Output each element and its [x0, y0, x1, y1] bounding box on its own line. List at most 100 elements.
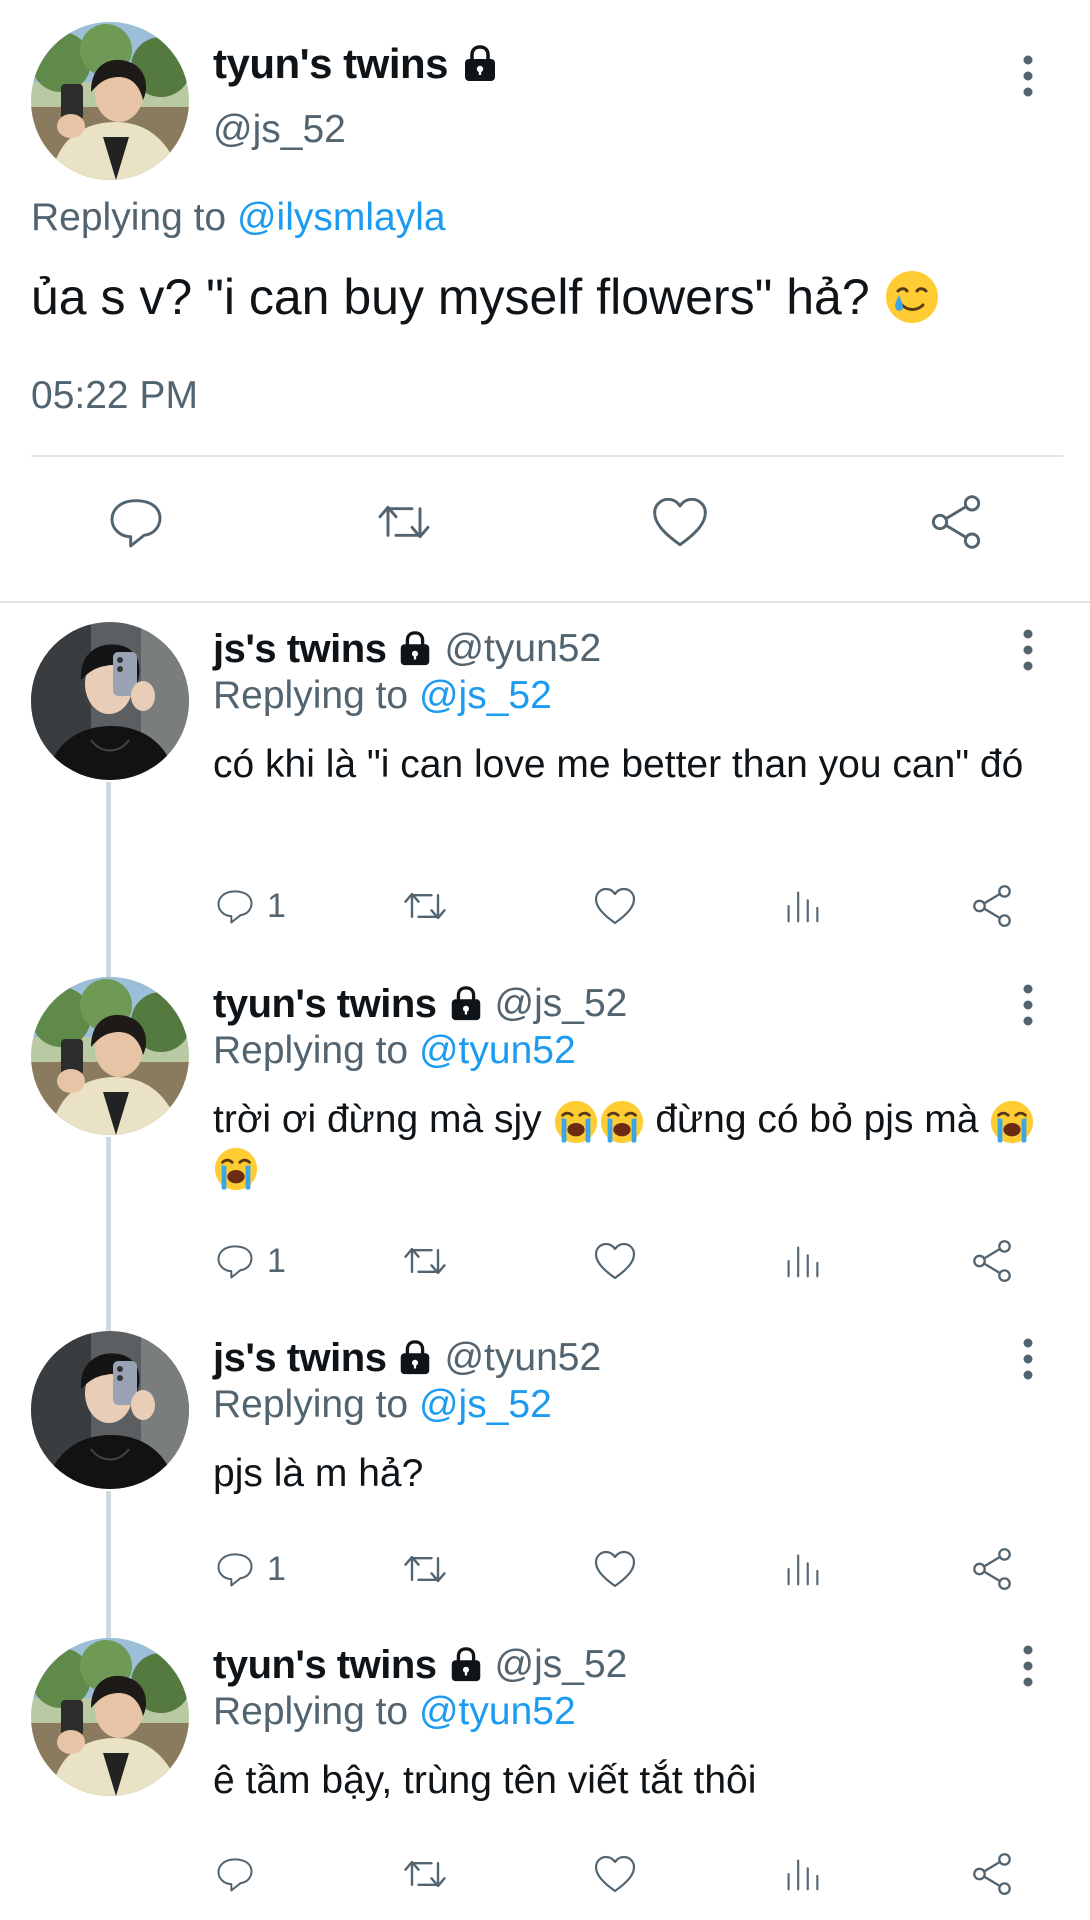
like-icon[interactable]	[591, 1541, 639, 1597]
tweet-text-body: ủa s v? "i can buy myself flowers" hả?	[31, 269, 870, 325]
avatar[interactable]	[31, 622, 189, 780]
tweet-actions: 1	[213, 1541, 1033, 1597]
reply-icon[interactable]	[213, 1239, 257, 1283]
replying-to: Replying to @ilysmlayla	[31, 196, 446, 240]
loudly-crying-face-emoji	[553, 1099, 599, 1145]
like-icon[interactable]	[591, 878, 639, 934]
tweet-header: tyun's twins @js_52	[213, 977, 627, 1031]
handle[interactable]: @tyun52	[444, 627, 601, 671]
more-options-icon[interactable]	[1016, 1642, 1040, 1690]
replying-prefix: Replying to	[213, 1029, 409, 1072]
replying-prefix: Replying to	[213, 1383, 409, 1426]
retweet-icon[interactable]	[399, 1233, 451, 1289]
more-options-icon[interactable]	[1016, 52, 1040, 100]
like-icon[interactable]	[591, 1846, 639, 1902]
share-icon[interactable]	[967, 878, 1017, 934]
reply-count: 1	[267, 1549, 286, 1588]
reply-icon[interactable]	[104, 490, 168, 554]
tweet-header: js's twins @tyun52	[213, 622, 601, 676]
lock-icon	[396, 1339, 434, 1377]
thread-line	[106, 782, 111, 982]
display-name[interactable]: tyun's twins	[213, 982, 437, 1027]
handle[interactable]: @tyun52	[444, 1336, 601, 1380]
reply-icon[interactable]	[213, 1547, 257, 1591]
reply-action[interactable]	[213, 1846, 267, 1902]
display-name[interactable]: js's twins	[213, 1336, 387, 1381]
display-name-text[interactable]: tyun's twins	[213, 40, 449, 88]
share-icon[interactable]	[967, 1233, 1017, 1289]
share-icon[interactable]	[967, 1541, 1017, 1597]
avatar[interactable]	[31, 977, 189, 1135]
tweet-text: có khi là "i can love me better than you…	[213, 743, 1024, 786]
reply-action[interactable]: 1	[213, 878, 286, 934]
main-tweet: tyun's twins @js_52 Replying to @ilysmla…	[0, 0, 1090, 603]
replying-prefix: Replying to	[31, 196, 227, 239]
lock-icon	[447, 1646, 485, 1684]
tweet-text-part1: trời ơi đừng mà sjy	[213, 1098, 542, 1141]
loudly-crying-face-emoji	[989, 1099, 1035, 1145]
like-icon[interactable]	[591, 1233, 639, 1289]
reply-action[interactable]: 1	[213, 1233, 286, 1289]
replying-to: Replying to @js_52	[213, 674, 552, 718]
display-name[interactable]: tyun's twins	[213, 1643, 437, 1688]
tweet-actions	[0, 490, 1090, 570]
tweet-header: js's twins @tyun52	[213, 1331, 601, 1385]
tweet-actions: 1	[213, 1233, 1033, 1289]
thread-line	[106, 1137, 111, 1337]
replying-to-link[interactable]: @js_52	[419, 674, 552, 717]
loudly-crying-face-emoji	[599, 1099, 645, 1145]
reply-tweet[interactable]: tyun's twins @js_52 Replying to @tyun52 …	[0, 977, 1090, 1337]
replying-to: Replying to @tyun52	[213, 1029, 576, 1073]
tweet-text: ê tầm bậy, trùng tên viết tắt thôi	[213, 1759, 757, 1802]
retweet-icon[interactable]	[372, 490, 436, 554]
replying-to-link[interactable]: @tyun52	[419, 1690, 576, 1733]
retweet-icon[interactable]	[399, 878, 451, 934]
tweet-actions: 1	[213, 878, 1033, 934]
views-icon[interactable]	[779, 1541, 825, 1597]
retweet-icon[interactable]	[399, 1846, 451, 1902]
reply-tweet[interactable]: tyun's twins @js_52 Replying to @tyun52 …	[0, 1638, 1090, 1918]
avatar[interactable]	[31, 1638, 189, 1796]
tweet-text-part2: đừng có bỏ pjs mà	[655, 1098, 979, 1141]
more-options-icon[interactable]	[1016, 626, 1040, 674]
replying-to-link[interactable]: @ilysmlayla	[237, 196, 446, 239]
reply-action[interactable]: 1	[213, 1541, 286, 1597]
smiling-face-with-tear-emoji	[884, 269, 940, 325]
replying-prefix: Replying to	[213, 674, 409, 717]
reply-tweet[interactable]: js's twins @tyun52 Replying to @js_52 pj…	[0, 1331, 1090, 1651]
more-options-icon[interactable]	[1016, 1335, 1040, 1383]
display-name[interactable]: js's twins	[213, 627, 387, 672]
replying-to-link[interactable]: @tyun52	[419, 1029, 576, 1072]
tweet-text: pjs là m hả?	[213, 1452, 424, 1495]
tweet-timestamp[interactable]: 05:22 PM	[31, 374, 198, 418]
thread-line	[106, 1491, 111, 1651]
tweet-header: tyun's twins @js_52	[213, 1638, 627, 1692]
reply-count: 1	[267, 886, 286, 925]
retweet-icon[interactable]	[399, 1541, 451, 1597]
tweet-text: ủa s v? "i can buy myself flowers" hả?	[31, 268, 940, 326]
reply-icon[interactable]	[213, 884, 257, 928]
avatar[interactable]	[31, 22, 189, 180]
handle[interactable]: @js_52	[495, 1643, 628, 1687]
share-icon[interactable]	[924, 490, 988, 554]
views-icon[interactable]	[779, 1233, 825, 1289]
reply-icon[interactable]	[213, 1852, 257, 1896]
views-icon[interactable]	[779, 1846, 825, 1902]
display-name[interactable]: tyun's twins	[213, 40, 500, 88]
lock-icon	[460, 44, 500, 84]
more-options-icon[interactable]	[1016, 981, 1040, 1029]
avatar[interactable]	[31, 1331, 189, 1489]
like-icon[interactable]	[648, 490, 712, 554]
handle[interactable]: @js_52	[213, 108, 346, 152]
handle[interactable]: @js_52	[495, 982, 628, 1026]
lock-icon	[396, 630, 434, 668]
reply-count: 1	[267, 1241, 286, 1280]
tweet-actions	[213, 1846, 1033, 1902]
divider	[31, 455, 1063, 457]
share-icon[interactable]	[967, 1846, 1017, 1902]
replying-to-link[interactable]: @js_52	[419, 1383, 552, 1426]
section-divider	[0, 601, 1090, 603]
reply-tweet[interactable]: js's twins @tyun52 Replying to @js_52 có…	[0, 622, 1090, 982]
views-icon[interactable]	[779, 878, 825, 934]
replying-prefix: Replying to	[213, 1690, 409, 1733]
